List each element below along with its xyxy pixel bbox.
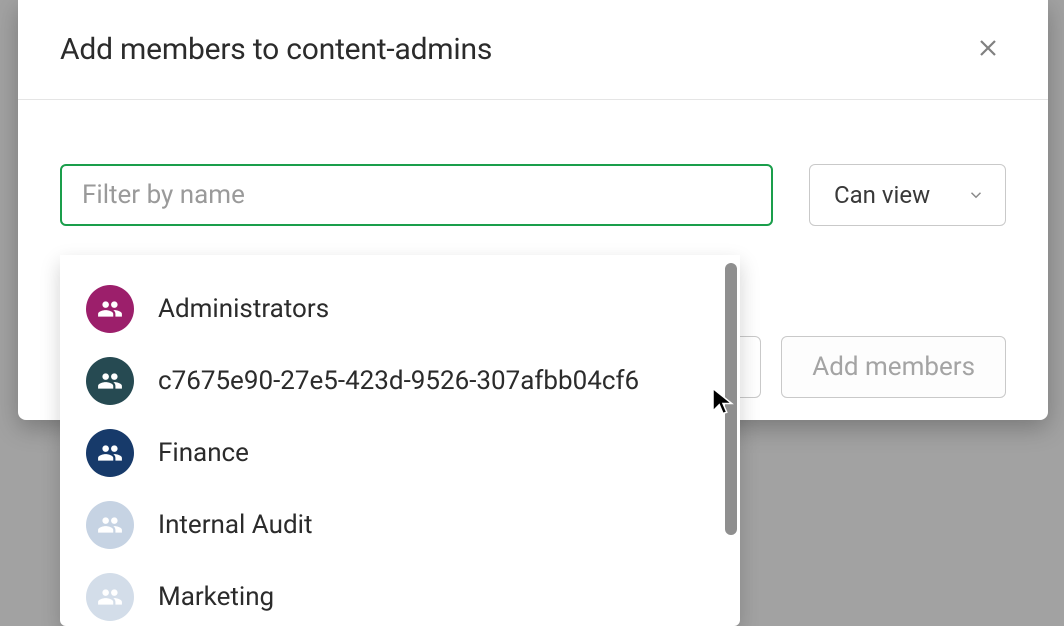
group-avatar bbox=[86, 285, 134, 333]
group-avatar bbox=[86, 573, 134, 621]
members-dropdown-list: Administrators c7675e90-27e5-423d-9526-30… bbox=[60, 255, 740, 626]
group-icon bbox=[97, 296, 123, 322]
group-icon bbox=[97, 584, 123, 610]
dropdown-item-label: Administrators bbox=[158, 294, 329, 324]
modal-title: Add members to content-admins bbox=[60, 32, 492, 67]
close-button[interactable] bbox=[970, 30, 1006, 69]
add-members-button[interactable]: Add members bbox=[781, 336, 1006, 398]
dropdown-item-label: Finance bbox=[158, 438, 249, 468]
permission-selected-label: Can view bbox=[834, 181, 930, 209]
members-dropdown: Administrators c7675e90-27e5-423d-9526-30… bbox=[60, 255, 740, 626]
add-members-label: Add members bbox=[812, 352, 975, 382]
dropdown-item-label: Marketing bbox=[158, 582, 274, 612]
filter-by-name-input[interactable] bbox=[60, 164, 773, 226]
dropdown-item[interactable]: Administrators bbox=[60, 273, 740, 345]
dropdown-scrollbar[interactable] bbox=[725, 263, 737, 535]
group-avatar bbox=[86, 357, 134, 405]
dropdown-item[interactable]: Finance bbox=[60, 417, 740, 489]
modal-header: Add members to content-admins bbox=[18, 0, 1048, 100]
group-icon bbox=[97, 440, 123, 466]
group-avatar bbox=[86, 501, 134, 549]
dropdown-item[interactable]: Marketing bbox=[60, 561, 740, 626]
group-icon bbox=[97, 512, 123, 538]
dropdown-item-label: Internal Audit bbox=[158, 510, 312, 540]
close-icon bbox=[976, 36, 1000, 60]
group-avatar bbox=[86, 429, 134, 477]
chevron-down-icon bbox=[967, 186, 985, 204]
dropdown-item[interactable]: Internal Audit bbox=[60, 489, 740, 561]
permission-select[interactable]: Can view bbox=[809, 164, 1006, 226]
group-icon bbox=[97, 368, 123, 394]
dropdown-item[interactable]: c7675e90-27e5-423d-9526-307afbb04cf6 bbox=[60, 345, 740, 417]
modal-body: Can view bbox=[18, 100, 1048, 226]
dropdown-item-label: c7675e90-27e5-423d-9526-307afbb04cf6 bbox=[158, 366, 639, 396]
